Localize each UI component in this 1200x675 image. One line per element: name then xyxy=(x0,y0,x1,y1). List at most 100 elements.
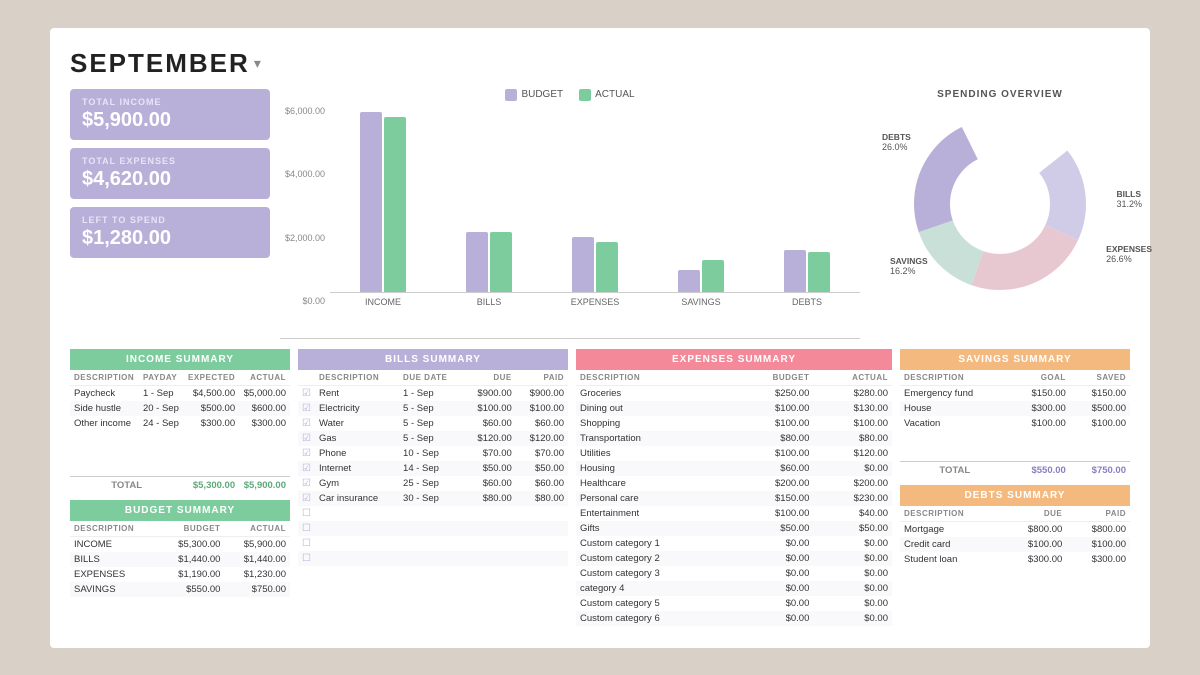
savings-desc: Emergency fund xyxy=(900,385,1010,401)
bills-paid xyxy=(516,551,568,566)
bills-paid: $100.00 xyxy=(516,401,568,416)
y-label-2000: $2,000.00 xyxy=(280,234,325,243)
debts-due: $800.00 xyxy=(1003,521,1067,537)
expenses-budget: $50.00 xyxy=(733,521,813,536)
bills-check[interactable]: ☐ xyxy=(298,521,315,536)
budget-table: BUDGET SUMMARY DESCRIPTION BUDGET ACTUAL… xyxy=(70,500,290,597)
income-actual: $300.00 xyxy=(239,416,290,431)
expenses-title: EXPENSES xyxy=(1106,244,1152,254)
bills-check[interactable]: ☑ xyxy=(298,491,315,506)
expenses-row: Custom category 2 $0.00 $0.00 xyxy=(576,551,892,566)
bar-budget-2 xyxy=(572,237,594,292)
expenses-row: Personal care $150.00 $230.00 xyxy=(576,491,892,506)
y-label-0: $0.00 xyxy=(280,297,325,306)
bills-check[interactable]: ☑ xyxy=(298,476,315,491)
bills-due: $80.00 xyxy=(464,491,516,506)
expenses-actual: $0.00 xyxy=(813,596,892,611)
bills-paid: $80.00 xyxy=(516,491,568,506)
bills-check[interactable]: ☑ xyxy=(298,385,315,401)
bills-row: ☑ Gym 25 - Sep $60.00 $60.00 xyxy=(298,476,568,491)
expenses-desc: Utilities xyxy=(576,446,733,461)
income-total-expected: $5,300.00 xyxy=(183,476,239,494)
bills-col-paid: PAID xyxy=(516,370,568,386)
expenses-row: Custom category 6 $0.00 $0.00 xyxy=(576,611,892,626)
savings-saved: $150.00 xyxy=(1070,385,1130,401)
budget-col-desc: DESCRIPTION xyxy=(70,521,159,537)
expenses-budget: $100.00 xyxy=(733,401,813,416)
savings-goal: $100.00 xyxy=(1010,416,1070,431)
bills-check[interactable]: ☐ xyxy=(298,506,315,521)
expenses-budget: $200.00 xyxy=(733,476,813,491)
debts-due: $100.00 xyxy=(1003,537,1067,552)
savings-desc: Vacation xyxy=(900,416,1010,431)
expenses-desc: Gifts xyxy=(576,521,733,536)
expenses-row: Custom category 5 $0.00 $0.00 xyxy=(576,596,892,611)
debts-pct: 26.0% xyxy=(882,142,911,152)
bills-header: BILLS SUMMARY xyxy=(298,349,568,370)
bar-budget-1 xyxy=(466,232,488,292)
donut-title: SPENDING OVERVIEW xyxy=(937,89,1063,100)
col1: INCOME SUMMARY DESCRIPTION PAYDAY EXPECT… xyxy=(70,349,290,659)
expenses-budget: $0.00 xyxy=(733,551,813,566)
month-dropdown[interactable]: ▾ xyxy=(254,55,261,72)
income-col-payday: PAYDAY xyxy=(139,370,183,386)
expenses-actual: $0.00 xyxy=(813,551,892,566)
bills-row: ☑ Gas 5 - Sep $120.00 $120.00 xyxy=(298,431,568,446)
expenses-col-desc: DESCRIPTION xyxy=(576,370,733,386)
budget-budget: $1,190.00 xyxy=(159,567,225,582)
bills-check[interactable]: ☑ xyxy=(298,416,315,431)
bills-desc xyxy=(315,536,399,551)
bar-label-0: INCOME xyxy=(365,297,401,307)
expenses-desc: Shopping xyxy=(576,416,733,431)
savings-total-goal: $550.00 xyxy=(1010,461,1070,479)
bills-check[interactable]: ☐ xyxy=(298,551,315,566)
debts-row: Credit card $100.00 $100.00 xyxy=(900,537,1130,552)
bills-check[interactable]: ☑ xyxy=(298,461,315,476)
bar-budget-3 xyxy=(678,270,700,292)
budget-actual: $1,230.00 xyxy=(224,567,290,582)
bills-desc: Rent xyxy=(315,385,399,401)
bills-duedate: 1 - Sep xyxy=(399,385,464,401)
expenses-row: Shopping $100.00 $100.00 xyxy=(576,416,892,431)
expenses-header: EXPENSES SUMMARY xyxy=(576,349,892,370)
expenses-desc: Entertainment xyxy=(576,506,733,521)
bar-group-income: INCOME xyxy=(330,112,436,307)
expenses-desc: Custom category 2 xyxy=(576,551,733,566)
bills-due: $50.00 xyxy=(464,461,516,476)
expenses-col-budget: BUDGET xyxy=(733,370,813,386)
bills-check[interactable]: ☐ xyxy=(298,536,315,551)
bills-desc: Car insurance xyxy=(315,491,399,506)
col2: BILLS SUMMARY DESCRIPTION DUE DATE DUE P… xyxy=(298,349,568,659)
savings-goal: $300.00 xyxy=(1010,401,1070,416)
bottom-section: INCOME SUMMARY DESCRIPTION PAYDAY EXPECT… xyxy=(70,349,1130,659)
bills-table: BILLS SUMMARY DESCRIPTION DUE DATE DUE P… xyxy=(298,349,568,566)
bills-paid: $70.00 xyxy=(516,446,568,461)
budget-desc: EXPENSES xyxy=(70,567,159,582)
bills-check[interactable]: ☑ xyxy=(298,401,315,416)
savings-col-desc: DESCRIPTION xyxy=(900,370,1010,386)
expenses-budget: $100.00 xyxy=(733,416,813,431)
bills-label: BILLS 31.2% xyxy=(1116,189,1142,209)
bills-check[interactable]: ☑ xyxy=(298,446,315,461)
bills-desc: Gas xyxy=(315,431,399,446)
bills-due xyxy=(464,506,516,521)
expenses-row: Custom category 3 $0.00 $0.00 xyxy=(576,566,892,581)
expenses-budget: $250.00 xyxy=(733,385,813,401)
expenses-actual: $100.00 xyxy=(813,416,892,431)
bar-group-bills: BILLS xyxy=(436,112,542,307)
bills-desc: Phone xyxy=(315,446,399,461)
income-desc: Side hustle xyxy=(70,401,139,416)
income-row: Side hustle 20 - Sep $500.00 $600.00 xyxy=(70,401,290,416)
donut-svg xyxy=(900,104,1100,304)
expenses-desc: Custom category 5 xyxy=(576,596,733,611)
legend-budget-label: BUDGET xyxy=(521,89,563,100)
bills-row: ☑ Phone 10 - Sep $70.00 $70.00 xyxy=(298,446,568,461)
bills-duedate: 5 - Sep xyxy=(399,431,464,446)
income-col-desc: DESCRIPTION xyxy=(70,370,139,386)
savings-label: SAVINGS 16.2% xyxy=(890,256,928,276)
bills-check[interactable]: ☑ xyxy=(298,431,315,446)
savings-table: SAVINGS SUMMARY DESCRIPTION GOAL SAVED E… xyxy=(900,349,1130,479)
debts-title: DEBTS xyxy=(882,132,911,142)
col4: SAVINGS SUMMARY DESCRIPTION GOAL SAVED E… xyxy=(900,349,1130,659)
bills-duedate: 5 - Sep xyxy=(399,401,464,416)
